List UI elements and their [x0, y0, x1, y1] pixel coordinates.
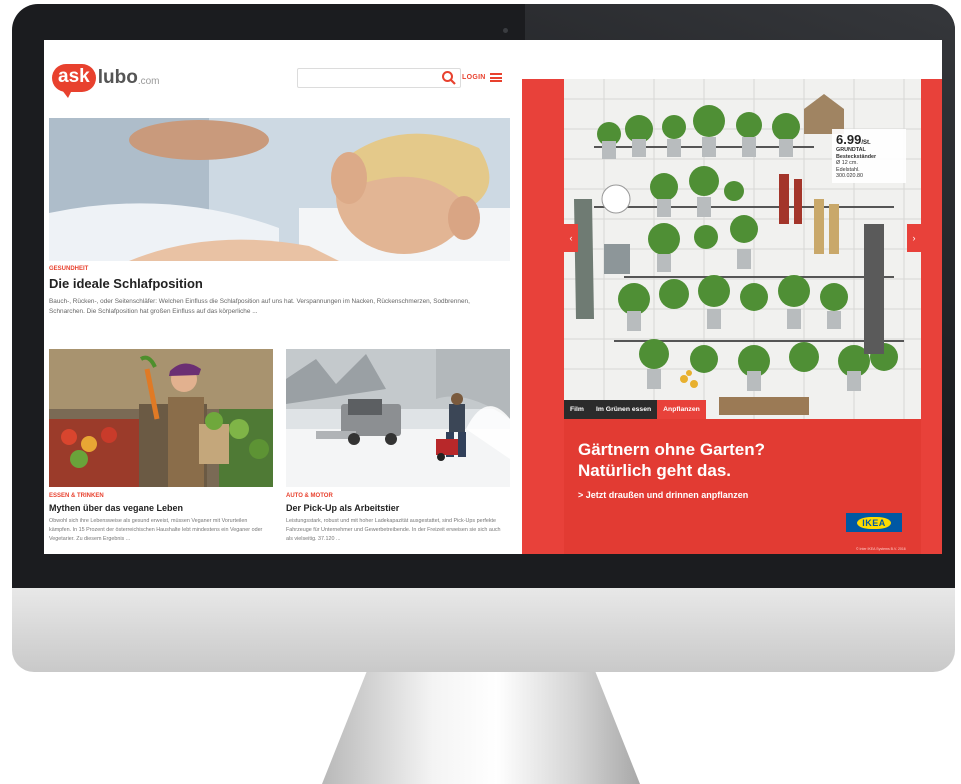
- card-image-pickup[interactable]: [286, 349, 510, 487]
- ad-headline-line-1: Gärtnern ohne Garten?: [578, 440, 766, 459]
- tab-film[interactable]: Film: [564, 400, 590, 419]
- price-unit: /St.: [861, 140, 871, 146]
- ad-fineprint: © Inter IKEA Systems B.V. 2016: [856, 547, 906, 551]
- hero-image[interactable]: [49, 118, 510, 261]
- content-column: ask lubo .com LOGIN GESUNDHEIT Die ideal…: [44, 40, 522, 554]
- ad-cta-link[interactable]: > Jetzt draußen und drinnen anpflanzen: [578, 490, 748, 500]
- chevron-left-icon[interactable]: ‹: [564, 224, 578, 252]
- card-teaser-pickup: Leistungsstark, robust und mit hoher Lad…: [286, 518, 501, 542]
- tab-anpflanzen[interactable]: Anpflanzen: [657, 400, 706, 419]
- hero-title[interactable]: Die ideale Schlafposition: [49, 276, 203, 291]
- ikea-logo-text: IKEA: [857, 516, 891, 529]
- ikea-logo[interactable]: IKEA: [846, 513, 902, 532]
- chevron-right-icon[interactable]: ›: [907, 224, 921, 252]
- search-icon[interactable]: [441, 70, 457, 86]
- logo-domain: .com: [137, 75, 160, 87]
- tab-im-gruenen-essen[interactable]: Im Grünen essen: [589, 400, 658, 419]
- login-link[interactable]: LOGIN: [462, 74, 486, 81]
- card-title-pickup[interactable]: Der Pick-Up als Arbeitstier: [286, 503, 399, 513]
- ad-headline: Gärtnern ohne Garten? Natürlich geht das…: [578, 439, 765, 481]
- ad-tabs: Film Im Grünen essen Anpflanzen: [564, 400, 706, 419]
- monitor-chin: [12, 588, 955, 672]
- product-number: 300.020.80: [836, 173, 863, 179]
- ikea-ad[interactable]: 6.99/St. GRUNDTAL Besteckständer Ø 12 cm…: [522, 79, 942, 554]
- ad-headline-line-2: Natürlich geht das.: [578, 461, 732, 480]
- ad-photo[interactable]: 6.99/St. GRUNDTAL Besteckständer Ø 12 cm…: [564, 79, 921, 419]
- ad-text-panel[interactable]: Gärtnern ohne Garten? Natürlich geht das…: [564, 419, 921, 554]
- card-category-pickup[interactable]: AUTO & MOTOR: [286, 493, 333, 499]
- card-teaser-vegan: Obwohl sich ihre Lebensweise als gesund …: [49, 518, 263, 542]
- price-tag[interactable]: 6.99/St. GRUNDTAL Besteckständer Ø 12 cm…: [832, 129, 906, 183]
- price-value: 6.99: [836, 132, 862, 147]
- hero-category[interactable]: GESUNDHEIT: [49, 266, 88, 272]
- card-image-vegan[interactable]: [49, 349, 273, 487]
- logo-lubo: lubo: [97, 67, 138, 88]
- hero-teaser: Bauch-, Rücken-, oder Seitenschläfer: We…: [49, 298, 470, 315]
- site-logo[interactable]: ask lubo .com: [52, 62, 160, 98]
- search-input[interactable]: [297, 68, 461, 88]
- card-category-vegan[interactable]: ESSEN & TRINKEN: [49, 493, 104, 499]
- card-title-vegan[interactable]: Mythen über das vegane Leben: [49, 503, 183, 513]
- camera-icon: [503, 28, 508, 33]
- hamburger-menu-icon[interactable]: [490, 73, 502, 82]
- monitor-stand: [322, 672, 640, 784]
- browser-screen: ask lubo .com LOGIN GESUNDHEIT Die ideal…: [44, 40, 942, 554]
- logo-ask: ask: [52, 64, 96, 98]
